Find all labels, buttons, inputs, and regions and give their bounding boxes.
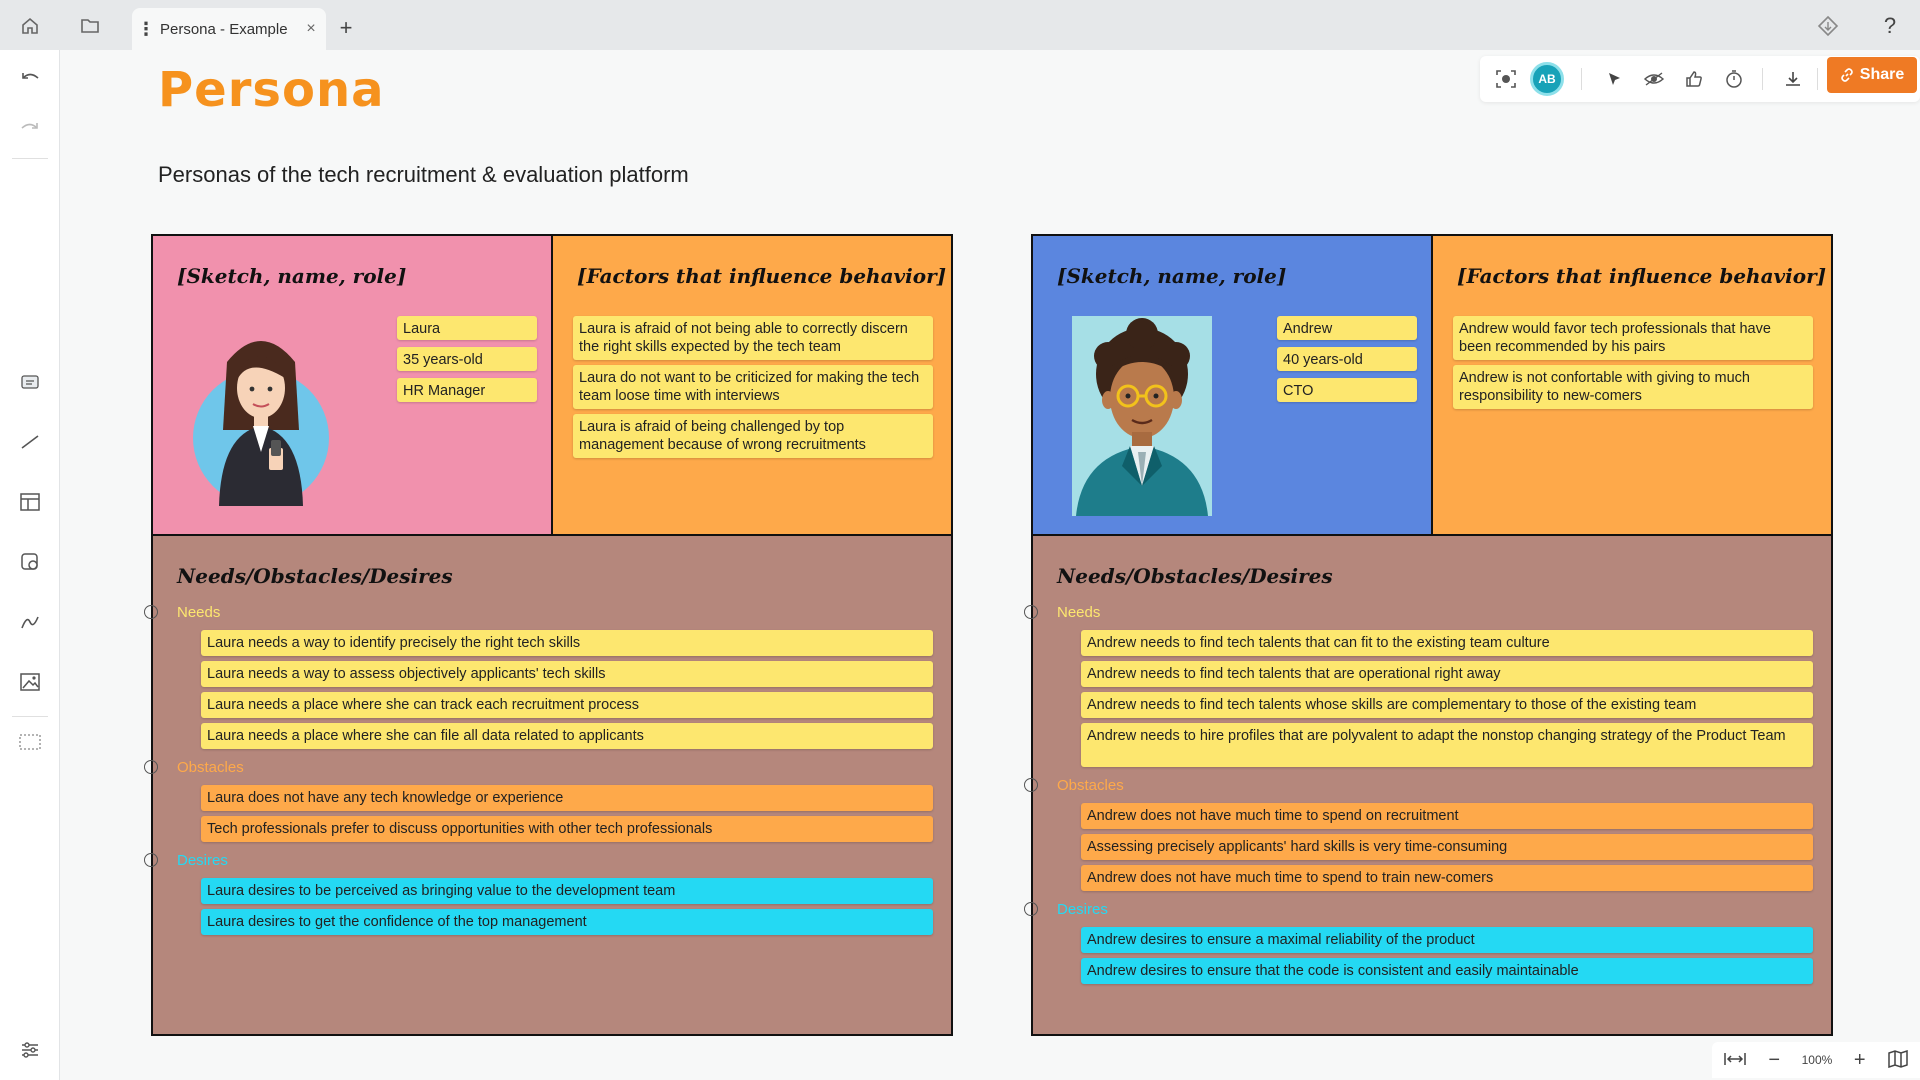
focus-icon[interactable]: [1490, 63, 1522, 95]
desire-note[interactable]: Laura desires to get the confidence of t…: [201, 909, 933, 935]
desire-note[interactable]: Laura desires to be perceived as bringin…: [201, 878, 933, 904]
diamond-icon[interactable]: [1814, 12, 1842, 40]
desire-note[interactable]: Andrew desires to ensure a maximal relia…: [1081, 927, 1813, 953]
factor-note[interactable]: Laura is afraid of being challenged by t…: [573, 414, 933, 458]
sketch-cell: [Sketch, name, role] Andrew 40 years-old…: [1033, 236, 1433, 536]
visibility-icon[interactable]: [1638, 63, 1670, 95]
link-icon: [1840, 68, 1853, 82]
needs-cell: Needs/Obstacles/Desires Needs Laura need…: [144, 536, 951, 1034]
image-icon[interactable]: [14, 666, 46, 698]
timer-icon[interactable]: [1718, 63, 1750, 95]
need-note[interactable]: Laura needs a way to identify precisely …: [201, 630, 933, 656]
left-toolbar: [0, 50, 60, 1080]
factor-note[interactable]: Laura do not want to be criticized for m…: [573, 365, 933, 409]
new-tab-button[interactable]: +: [334, 15, 358, 40]
factors-cell: [Factors that influence behavior] Laura …: [553, 236, 951, 536]
need-note[interactable]: Andrew needs to find tech talents that a…: [1081, 661, 1813, 687]
shape-icon[interactable]: [14, 546, 46, 578]
redo-icon[interactable]: [14, 112, 46, 144]
factors-heading: [Factors that influence behavior]: [577, 264, 947, 288]
undo-icon[interactable]: [14, 62, 46, 94]
map-icon[interactable]: [1887, 1049, 1909, 1071]
identity-note[interactable]: 40 years-old: [1277, 347, 1417, 371]
factor-note[interactable]: Andrew would favor tech professionals th…: [1453, 316, 1813, 360]
pointer-icon[interactable]: [1598, 63, 1630, 95]
identity-note[interactable]: 35 years-old: [397, 347, 537, 371]
collapse-toggle[interactable]: [144, 605, 158, 619]
need-note[interactable]: Laura needs a place where she can track …: [201, 692, 933, 718]
group-label-desires: Desires: [177, 852, 228, 869]
factors-heading: [Factors that influence behavior]: [1457, 264, 1827, 288]
collapse-toggle[interactable]: [1024, 605, 1038, 619]
factor-note[interactable]: Laura is afraid of not being able to cor…: [573, 316, 933, 360]
settings-sliders-icon[interactable]: [14, 1034, 46, 1066]
zoom-in-button[interactable]: +: [1854, 1049, 1866, 1072]
group-label-needs: Needs: [177, 604, 221, 621]
group-label-obstacles: Obstacles: [177, 759, 244, 776]
sketch-heading: [Sketch, name, role]: [177, 264, 407, 288]
tab-menu-icon[interactable]: ⋮: [132, 19, 160, 40]
board-title: Persona: [158, 62, 385, 118]
collapse-toggle[interactable]: [1024, 778, 1038, 792]
need-note[interactable]: Laura needs a way to assess objectively …: [201, 661, 933, 687]
desire-note[interactable]: Andrew desires to ensure that the code i…: [1081, 958, 1813, 984]
needs-heading: Needs/Obstacles/Desires: [177, 564, 453, 588]
need-note[interactable]: Laura needs a place where she can file a…: [201, 723, 933, 749]
laura-illustration: [191, 330, 331, 508]
pen-icon[interactable]: [14, 606, 46, 638]
need-note[interactable]: Andrew needs to hire profiles that are p…: [1081, 723, 1813, 767]
group-label-desires: Desires: [1057, 901, 1108, 918]
thumbs-up-icon[interactable]: [1678, 63, 1710, 95]
tab-title: Persona - Example: [160, 20, 288, 38]
home-icon[interactable]: [14, 10, 46, 42]
close-icon[interactable]: ×: [296, 20, 326, 38]
avatar[interactable]: AB: [1530, 62, 1564, 96]
zoom-out-button[interactable]: −: [1768, 1049, 1780, 1072]
share-label: Share: [1859, 66, 1905, 83]
download-icon[interactable]: [1777, 63, 1809, 95]
factors-cell: [Factors that influence behavior] Andrew…: [1433, 236, 1831, 536]
frame-icon[interactable]: [14, 726, 46, 758]
need-note[interactable]: Andrew needs to find tech talents whose …: [1081, 692, 1813, 718]
identity-note[interactable]: CTO: [1277, 378, 1417, 402]
template-icon[interactable]: [14, 486, 46, 518]
folder-icon[interactable]: [74, 10, 106, 42]
help-icon[interactable]: ?: [1876, 12, 1904, 40]
fit-width-icon[interactable]: [1723, 1051, 1747, 1070]
andrew-illustration: [1072, 316, 1212, 516]
line-tool-icon[interactable]: [14, 426, 46, 458]
obstacle-note[interactable]: Andrew does not have much time to spend …: [1081, 803, 1813, 829]
collapse-toggle[interactable]: [144, 853, 158, 867]
sketch-heading: [Sketch, name, role]: [1057, 264, 1287, 288]
needs-cell: Needs/Obstacles/Desires Needs Andrew nee…: [1024, 536, 1831, 1034]
persona-andrew: [Sketch, name, role] Andrew 40 years-old…: [1024, 234, 1833, 1036]
collapse-toggle[interactable]: [144, 760, 158, 774]
board-toolbar: AB Share: [1480, 56, 1920, 102]
board-subtitle: Personas of the tech recruitment & evalu…: [158, 162, 689, 187]
group-label-needs: Needs: [1057, 604, 1101, 621]
need-note[interactable]: Andrew needs to find tech talents that c…: [1081, 630, 1813, 656]
collapse-toggle[interactable]: [1024, 902, 1038, 916]
identity-note[interactable]: HR Manager: [397, 378, 537, 402]
identity-note[interactable]: Andrew: [1277, 316, 1417, 340]
obstacle-note[interactable]: Assessing precisely applicants' hard ski…: [1081, 834, 1813, 860]
share-button[interactable]: Share: [1827, 57, 1917, 93]
obstacle-note[interactable]: Laura does not have any tech knowledge o…: [201, 785, 933, 811]
zoom-level[interactable]: 100%: [1802, 1053, 1833, 1067]
group-label-obstacles: Obstacles: [1057, 777, 1124, 794]
sketch-cell: [Sketch, name, role] Laura 35 years-old …: [153, 236, 553, 536]
needs-heading: Needs/Obstacles/Desires: [1057, 564, 1333, 588]
zoom-controls: − 100% +: [1712, 1042, 1920, 1078]
tab-persona-example[interactable]: ⋮ Persona - Example ×: [132, 8, 326, 50]
sticky-note-icon[interactable]: [14, 366, 46, 398]
factor-note[interactable]: Andrew is not confortable with giving to…: [1453, 365, 1813, 409]
obstacle-note[interactable]: Andrew does not have much time to spend …: [1081, 865, 1813, 891]
identity-note[interactable]: Laura: [397, 316, 537, 340]
persona-laura: [Sketch, name, role] Laura 35 years-old …: [144, 234, 953, 1036]
tab-bar: ⋮ Persona - Example × + ?: [0, 0, 1920, 50]
obstacle-note[interactable]: Tech professionals prefer to discuss opp…: [201, 816, 933, 842]
